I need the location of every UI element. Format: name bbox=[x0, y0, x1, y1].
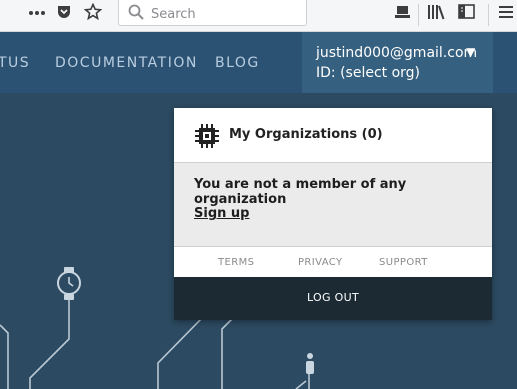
terms-link[interactable]: TERMS bbox=[218, 257, 254, 268]
dropdown-title: My Organizations (0) bbox=[229, 127, 383, 142]
browser-toolbar bbox=[0, 0, 517, 32]
sign-up-link[interactable]: Sign up bbox=[194, 206, 249, 221]
dropdown-header: My Organizations (0) bbox=[174, 108, 492, 163]
search-box[interactable] bbox=[118, 0, 307, 26]
sidebar-icon[interactable] bbox=[458, 4, 475, 19]
no-organization-message: You are not a member of any organization bbox=[194, 177, 407, 207]
toolbar-separator bbox=[488, 4, 489, 26]
search-icon bbox=[128, 4, 144, 20]
nav-link-status[interactable]: TUS bbox=[0, 55, 30, 71]
log-out-label: LOG OUT bbox=[307, 291, 359, 304]
privacy-link[interactable]: PRIVACY bbox=[298, 257, 343, 268]
account-email[interactable]: justind000@gmail.com bbox=[316, 45, 477, 61]
bookmark-star-icon[interactable] bbox=[84, 3, 102, 21]
menu-icon[interactable] bbox=[499, 5, 513, 19]
pocket-icon[interactable] bbox=[56, 4, 72, 20]
chevron-down-icon[interactable]: ▼ bbox=[466, 45, 475, 59]
chip-icon bbox=[195, 124, 219, 148]
support-link[interactable]: SUPPORT bbox=[379, 257, 428, 268]
person-figure-icon bbox=[306, 353, 314, 374]
log-out-button[interactable]: LOG OUT bbox=[174, 277, 492, 320]
dropdown-footer-links: TERMS PRIVACY SUPPORT bbox=[174, 246, 492, 277]
nav-link-documentation[interactable]: DOCUMENTATION bbox=[55, 55, 198, 71]
search-input[interactable] bbox=[149, 4, 303, 24]
nav-link-blog[interactable]: BLOG bbox=[215, 55, 260, 71]
organizations-dropdown: My Organizations (0) You are not a membe… bbox=[174, 108, 492, 320]
account-menu[interactable] bbox=[302, 32, 493, 93]
more-actions-icon[interactable] bbox=[29, 7, 45, 19]
watch-icon bbox=[57, 267, 81, 300]
toolbar-separator bbox=[418, 4, 419, 26]
screenshot-icon[interactable] bbox=[395, 5, 411, 19]
library-icon[interactable] bbox=[427, 4, 445, 20]
org-selector[interactable]: ID: (select org) bbox=[316, 65, 420, 81]
